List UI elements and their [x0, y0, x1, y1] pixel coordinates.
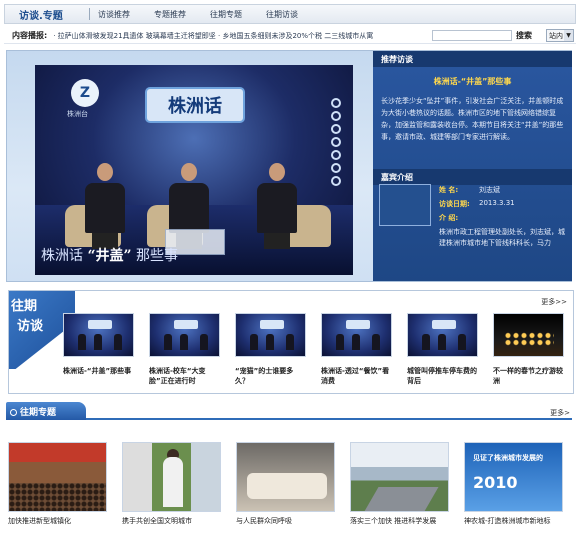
top-nav: 访谈.专题 访谈推荐 专题推荐 往期专题 往期访谈: [4, 4, 576, 24]
topic-thumbnail[interactable]: [350, 442, 449, 512]
nav-divider: [89, 8, 90, 20]
guest-date-label: 访谈日期:: [439, 200, 470, 208]
caption-suffix: 那些事: [136, 248, 179, 264]
topic-caption[interactable]: 神农城-打造株洲城市新地标: [464, 516, 563, 526]
ticker-label: 内容播报:: [12, 31, 48, 40]
topic-caption[interactable]: 落实三个加快 推进科学发展: [350, 516, 449, 526]
decorative-rings: [327, 95, 345, 215]
recommend-title[interactable]: 株洲话-“井盖”那些事: [373, 76, 572, 87]
recommend-description: 长沙花季少女“坠井”事件，引发社会广泛关注，并盖顿时成为大街小巷热议的话题。株洲…: [381, 97, 564, 141]
interview-caption[interactable]: 不一样的春节之疗游较洲: [493, 366, 564, 386]
video-player[interactable]: Z 株洲台 株洲话 株洲话 “井盖” 那些事: [35, 65, 353, 275]
circle-icon: [10, 409, 17, 416]
guest-figure: [85, 163, 125, 251]
topic-caption[interactable]: 与人民群众同呼吸: [236, 516, 335, 526]
interview-card[interactable]: “宠猫”的士谁要多久？: [235, 313, 306, 386]
interview-thumbnail[interactable]: [407, 313, 478, 357]
guest-name-label: 姓 名:: [439, 186, 459, 194]
past-interviews-more-link[interactable]: 更多>>: [541, 297, 567, 307]
chevron-down-icon: ▼: [564, 30, 573, 41]
topic-card[interactable]: 与人民群众同呼吸: [236, 442, 335, 526]
topic-card[interactable]: 携手共创全国文明城市: [122, 442, 221, 526]
guest-name: 刘志斌: [479, 186, 500, 194]
past-topics-list: 加快推进新型城镇化 携手共创全国文明城市 与人民群众同呼吸 落实三个加快 推进科…: [8, 442, 563, 526]
interview-card[interactable]: 株洲话-透过“餐饮”看消费: [321, 313, 392, 386]
banner-line2: 访谈: [17, 319, 44, 334]
interview-thumbnail[interactable]: [493, 313, 564, 357]
nav-link-past-topics[interactable]: 往期专题: [210, 9, 242, 20]
banner-line1: 往期: [11, 299, 38, 314]
caption-quote: “井盖”: [87, 248, 132, 264]
guest-date: 2013.3.31: [479, 199, 515, 207]
featured-section: Z 株洲台 株洲话 株洲话 “井盖” 那些事 推荐访谈 株洲话-“井盖”那些事 …: [6, 50, 572, 282]
past-topics-header: 往期专题 更多>: [6, 402, 572, 420]
brand-title[interactable]: 访谈.专题: [19, 7, 89, 22]
interview-caption[interactable]: 株洲话-校车“大变脸”正在进行时: [149, 366, 220, 386]
topic-caption[interactable]: 加快推进新型城镇化: [8, 516, 107, 526]
search-input[interactable]: [432, 30, 512, 41]
nav-link-past-interviews[interactable]: 往期访谈: [266, 9, 298, 20]
guest-heading: 嘉宾介绍: [373, 169, 572, 185]
interview-card[interactable]: 城管叫停推车停车费的背后: [407, 313, 478, 386]
interview-card[interactable]: 株洲话-校车“大变脸”正在进行时: [149, 313, 220, 386]
past-topics-more-link[interactable]: 更多>: [550, 408, 570, 418]
topic-banner-title: 见证了株洲城市发展的: [473, 454, 543, 462]
topic-thumbnail[interactable]: 见证了株洲城市发展的 2010: [464, 442, 563, 512]
recommend-panel: 推荐访谈 株洲话-“井盖”那些事 长沙花季少女“坠井”事件，引发社会广泛关注，并…: [373, 51, 572, 281]
caption-prefix: 株洲话: [41, 248, 83, 264]
past-interviews-section: 往期 访谈 更多>> 株洲话-“井盖”那些事 株洲话-校车“大变脸”正在进行时 …: [8, 290, 574, 394]
interview-caption[interactable]: 株洲话-“井盖”那些事: [63, 366, 134, 386]
topic-banner-year: 2010: [473, 473, 518, 492]
interview-caption[interactable]: 城管叫停推车停车费的背后: [407, 366, 478, 386]
guest-intro: 株洲市政工程管理处副处长，刘志斌，城建株洲市城市地下管线科科长，马力: [439, 228, 565, 247]
interview-card[interactable]: 株洲话-“井盖”那些事: [63, 313, 134, 386]
guest-photo: [379, 184, 431, 226]
interview-thumbnail[interactable]: [321, 313, 392, 357]
site-select-value: 站内: [549, 31, 563, 40]
search-button[interactable]: 搜索: [516, 30, 532, 41]
show-logo-banner: 株洲话: [145, 87, 245, 123]
past-interviews-list: 株洲话-“井盖”那些事 株洲话-校车“大变脸”正在进行时 “宠猫”的士谁要多久？…: [63, 313, 564, 386]
topic-thumbnail[interactable]: [122, 442, 221, 512]
nav-link-recommended-topics[interactable]: 专题推荐: [154, 9, 186, 20]
recommend-heading: 推荐访谈: [373, 51, 572, 67]
past-topics-tab: 往期专题: [6, 402, 86, 420]
interview-caption[interactable]: “宠猫”的士谁要多久？: [235, 366, 306, 386]
past-topics-heading: 往期专题: [20, 408, 57, 418]
interview-thumbnail[interactable]: [63, 313, 134, 357]
interview-caption[interactable]: 株洲话-透过“餐饮”看消费: [321, 366, 392, 386]
topic-card[interactable]: 加快推进新型城镇化: [8, 442, 107, 526]
topic-caption[interactable]: 携手共创全国文明城市: [122, 516, 221, 526]
site-select[interactable]: 站内 ▼: [546, 29, 574, 42]
topic-card[interactable]: 落实三个加快 推进科学发展: [350, 442, 449, 526]
host-figure: [257, 163, 297, 251]
topic-thumbnail[interactable]: [8, 442, 107, 512]
topic-thumbnail[interactable]: [236, 442, 335, 512]
ticker-text[interactable]: · 拉萨山体滑坡发现21具遗体 玻璃幕墙主迁将望即坚 · 乡地国五条细则未涉及2…: [53, 31, 403, 41]
news-ticker: 内容播报: · 拉萨山体滑坡发现21具遗体 玻璃幕墙主迁将望即坚 · 乡地国五条…: [4, 28, 576, 44]
nav-link-recommended-interviews[interactable]: 访谈推荐: [98, 9, 130, 20]
video-caption: 株洲话 “井盖” 那些事: [41, 245, 178, 265]
interview-thumbnail[interactable]: [149, 313, 220, 357]
interview-card[interactable]: 不一样的春节之疗游较洲: [493, 313, 564, 386]
guest-intro-label: 介 绍:: [439, 214, 459, 222]
guest-info: 姓 名: 刘志斌 访谈日期: 2013.3.31 介 绍:: [439, 185, 567, 227]
topic-card[interactable]: 见证了株洲城市发展的 2010 神农城-打造株洲城市新地标: [464, 442, 563, 526]
interview-thumbnail[interactable]: [235, 313, 306, 357]
tv-name: 株洲台: [67, 110, 88, 118]
tv-logo-icon: Z: [71, 79, 99, 107]
